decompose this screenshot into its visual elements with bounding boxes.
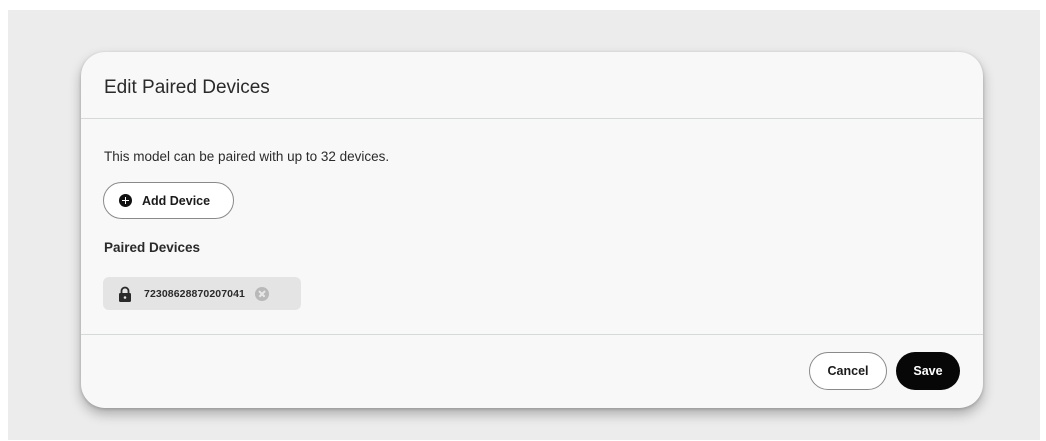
dialog-body: This model can be paired with up to 32 d…: [81, 119, 983, 334]
dialog-title: Edit Paired Devices: [104, 77, 270, 98]
dialog-footer: Cancel Save: [81, 334, 983, 408]
paired-devices-heading: Paired Devices: [104, 240, 201, 255]
dialog-header: Edit Paired Devices: [81, 52, 983, 119]
paired-device-chip: 72308628870207041: [103, 277, 301, 310]
lock-icon: [119, 286, 131, 302]
pairing-limit-description: This model can be paired with up to 32 d…: [104, 149, 390, 164]
add-device-label: Add Device: [142, 193, 211, 208]
plus-circle-icon: [119, 194, 132, 207]
save-button[interactable]: Save: [896, 352, 960, 390]
remove-device-icon[interactable]: [254, 286, 269, 301]
cancel-button[interactable]: Cancel: [809, 352, 887, 390]
edit-paired-devices-dialog: Edit Paired Devices This model can be pa…: [81, 52, 983, 408]
paired-device-id: 72308628870207041: [144, 287, 245, 300]
add-device-button[interactable]: Add Device: [103, 182, 234, 219]
